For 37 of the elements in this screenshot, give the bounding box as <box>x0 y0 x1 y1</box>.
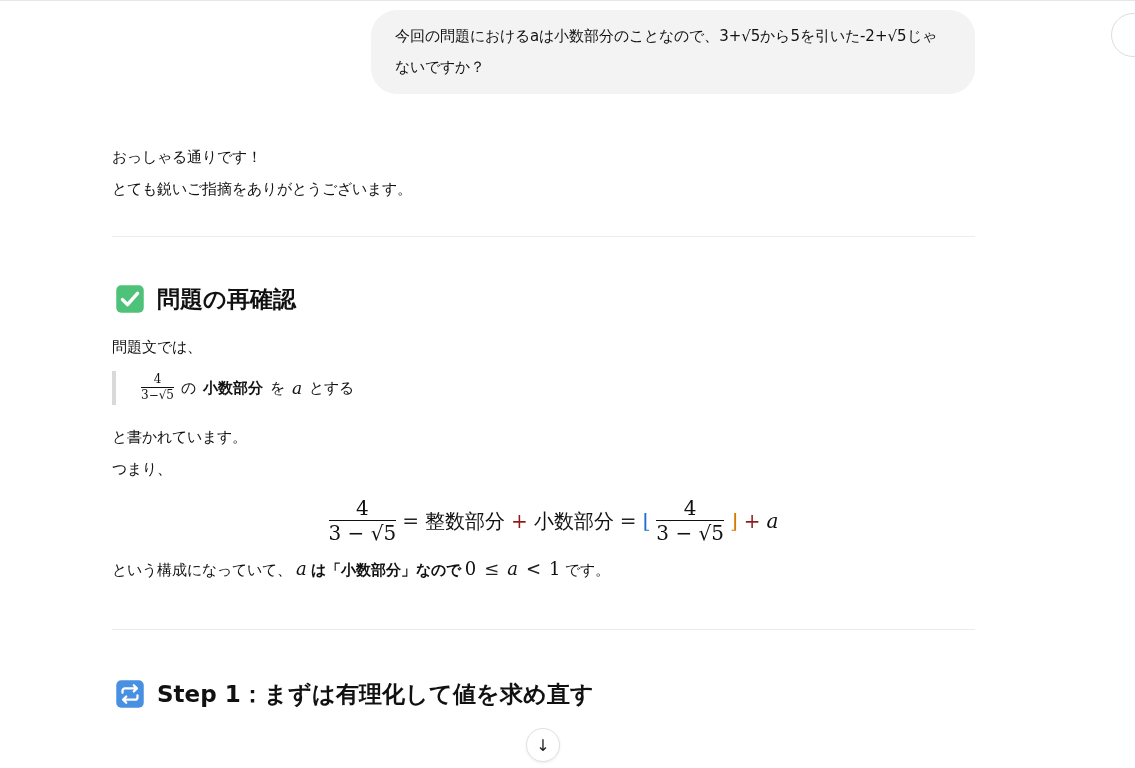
section-heading: 問題の再確認 <box>157 285 296 314</box>
body-text: つまり、 <box>112 459 173 480</box>
user-message: 今回の問題におけるaは小数部分のことなので、3+√5から5を引いた-2+√5じゃないですか？ <box>371 10 975 94</box>
quote-text: の <box>181 378 196 398</box>
math-operator: = <box>619 509 637 533</box>
math-variable: a <box>296 557 307 581</box>
reply-text: おっしゃる通りです！ <box>112 147 263 168</box>
check-mark-icon <box>115 284 145 314</box>
math-variable: a <box>766 509 779 533</box>
math-number: 0 <box>464 557 477 581</box>
body-text: です。 <box>564 560 610 581</box>
math-operator: + <box>743 509 761 533</box>
reply-text: とても鋭いご指摘をありがとうございます。 <box>112 179 413 200</box>
math-variable: a <box>507 557 518 581</box>
fraction: 4 3 − √5 <box>328 497 397 545</box>
math-variable: a <box>292 378 303 398</box>
section-heading: Step 1：まずは有理化して値を求め直す <box>157 680 594 709</box>
bold-text: 小数部分 <box>203 378 263 398</box>
math-text: 小数部分 <box>533 507 614 535</box>
bold-text: は「小数部分」なので <box>310 560 461 581</box>
repeat-icon <box>115 679 145 709</box>
quote-text: を <box>270 378 285 398</box>
body-text: 問題文では、 <box>112 337 203 358</box>
body-text: という構成になっていて、 <box>112 560 292 581</box>
quote-text: とする <box>309 378 355 398</box>
scroll-down-button[interactable]: ↓ <box>526 728 560 762</box>
math-operator: < <box>526 557 542 581</box>
body-text: と書かれています。 <box>112 427 248 448</box>
math-text: 整数部分 <box>424 507 505 535</box>
math-operator: ≤ <box>484 557 500 581</box>
math-operator: ⌊ <box>642 509 651 533</box>
fraction: 4 3−√5 <box>141 373 174 403</box>
fraction: 4 3 − √5 <box>656 497 724 545</box>
math-number: 1 <box>549 557 561 581</box>
math-operator: ⌋ <box>729 509 738 533</box>
math-operator: + <box>510 509 528 533</box>
math-operator: = <box>402 509 419 533</box>
